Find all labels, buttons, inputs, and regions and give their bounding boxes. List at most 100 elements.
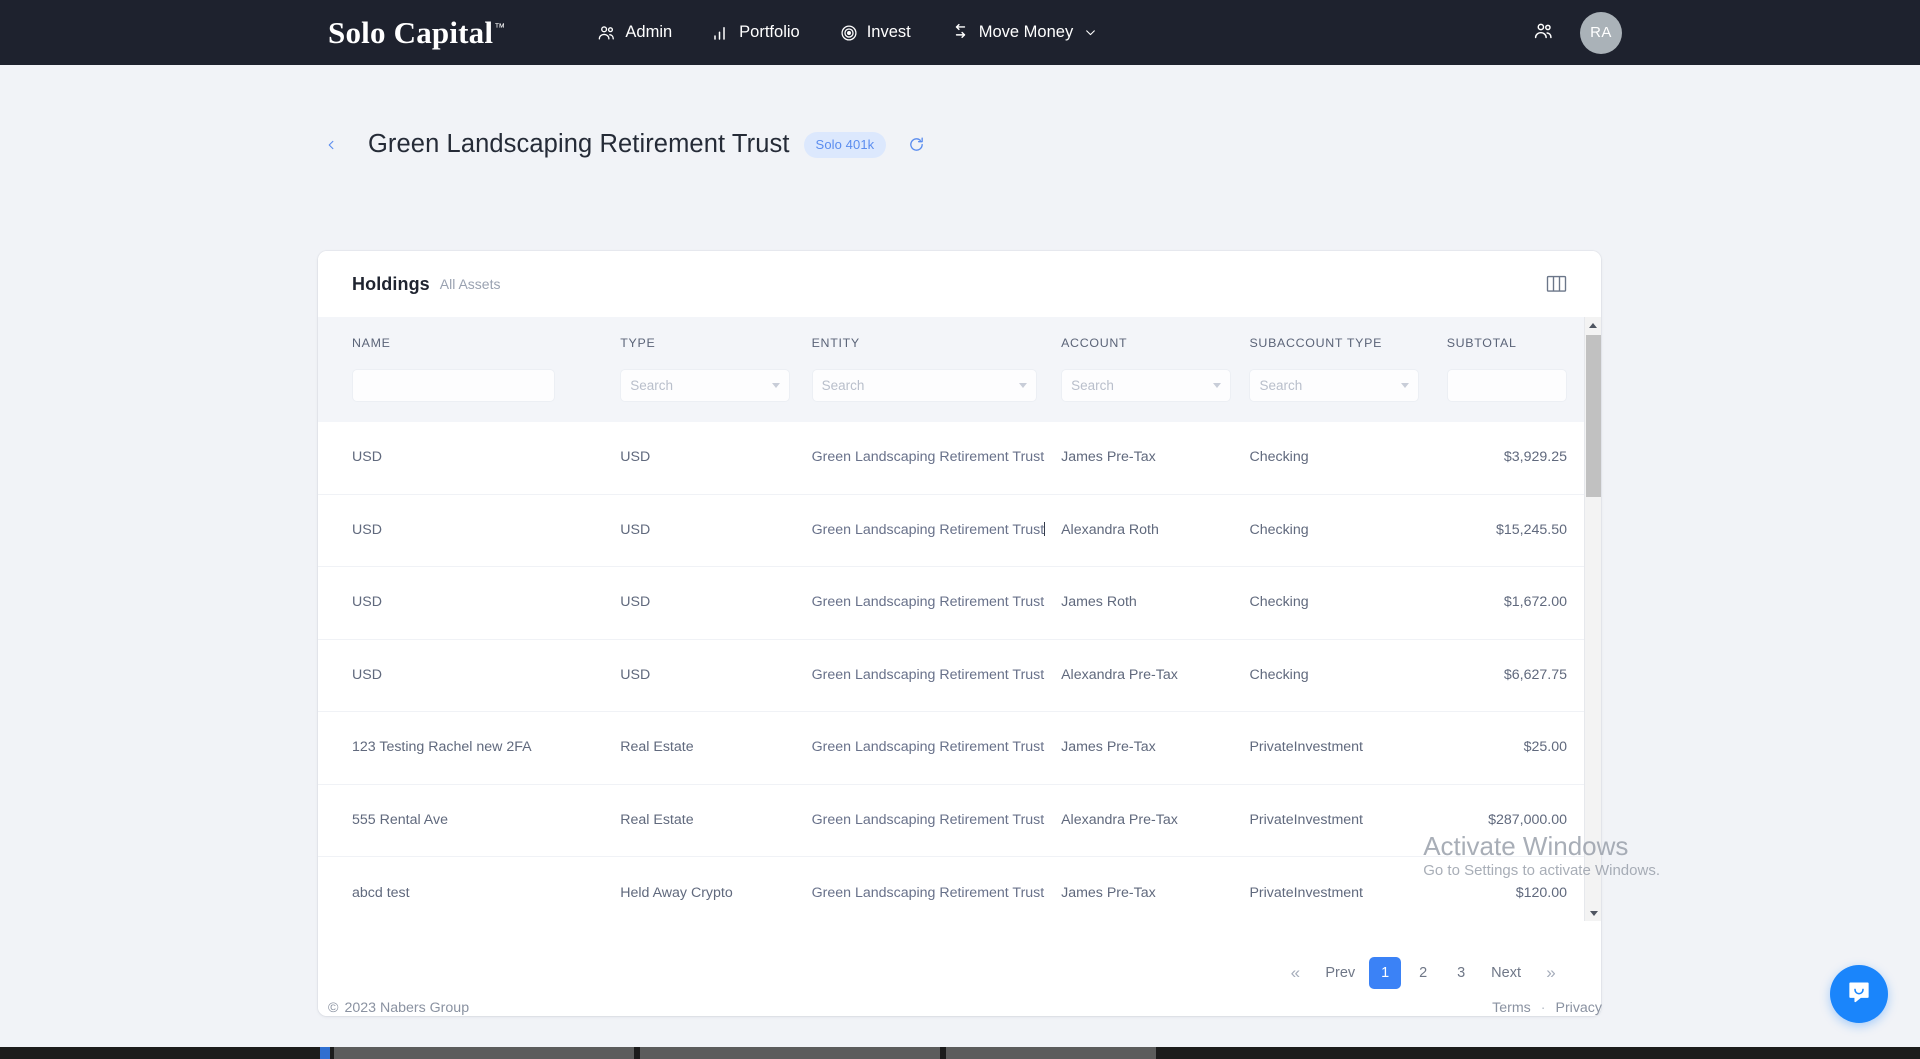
footer-privacy-link[interactable]: Privacy (1555, 1000, 1602, 1016)
cell-type: Real Estate (620, 737, 811, 758)
cell-subaccount: Checking (1249, 520, 1446, 541)
page-title: Green Landscaping Retirement Trust (368, 130, 790, 159)
filter-subaccount-placeholder: Search (1259, 378, 1302, 393)
footer-copyright: © 2023 Nabers Group (328, 1000, 469, 1016)
nav-right-group: RA (1533, 12, 1622, 54)
taskbar-segment[interactable] (640, 1047, 940, 1059)
filter-entity-select[interactable]: Search (812, 369, 1037, 402)
cell-subaccount: PrivateInvestment (1249, 810, 1446, 831)
column-header-subaccount[interactable]: SUBACCOUNT TYPE (1249, 336, 1446, 350)
card-title: Holdings (352, 274, 430, 295)
cell-type: USD (620, 447, 811, 468)
table-row[interactable]: USD USD Green Landscaping Retirement Tru… (318, 567, 1601, 640)
people-icon[interactable] (1533, 20, 1554, 46)
footer-separator: · (1541, 1000, 1546, 1016)
table-row[interactable]: 123 Testing Rachel new 2FA Real Estate G… (318, 712, 1601, 785)
chat-launcher-button[interactable] (1830, 965, 1888, 1023)
taskbar-segment[interactable] (334, 1047, 634, 1059)
filter-entity-placeholder: Search (822, 378, 865, 393)
footer-terms-link[interactable]: Terms (1492, 1000, 1531, 1016)
table-row[interactable]: 555 Rental Ave Real Estate Green Landsca… (318, 785, 1601, 858)
pagination-page-3[interactable]: 3 (1445, 957, 1477, 989)
cell-subtotal: $1,672.00 (1447, 592, 1567, 613)
pagination-prev[interactable]: Prev (1317, 957, 1363, 989)
app-logo[interactable]: Solo Capital™ (328, 15, 505, 51)
table-row[interactable]: USD USD Green Landscaping Retirement Tru… (318, 640, 1601, 713)
filter-account-select[interactable]: Search (1061, 369, 1231, 402)
cell-entity-text: Green Landscaping Retirement Trust (812, 522, 1045, 538)
cell-account: Alexandra Pre-Tax (1061, 665, 1249, 686)
filter-type-select[interactable]: Search (620, 369, 790, 402)
column-header-account[interactable]: ACCOUNT (1061, 336, 1249, 350)
people-icon (597, 23, 616, 42)
avatar[interactable]: RA (1580, 12, 1622, 54)
refresh-icon[interactable] (908, 136, 925, 153)
cell-entity[interactable]: Green Landscaping Retirement Trust (812, 520, 1062, 541)
filter-account-placeholder: Search (1071, 378, 1114, 393)
cell-subtotal: $6,627.75 (1447, 665, 1567, 686)
filter-subaccount-select[interactable]: Search (1249, 369, 1419, 402)
card-header: Holdings All Assets (318, 251, 1601, 317)
cell-type: USD (620, 592, 811, 613)
target-icon (840, 24, 858, 42)
cell-subaccount: PrivateInvestment (1249, 883, 1446, 904)
back-button[interactable] (318, 132, 344, 158)
nav-item-move-money[interactable]: Move Money (951, 23, 1097, 42)
cell-name: abcd test (352, 883, 620, 904)
cell-name: USD (352, 447, 620, 468)
table-row[interactable]: USD USD Green Landscaping Retirement Tru… (318, 422, 1601, 495)
cell-type: USD (620, 520, 811, 541)
column-header-type[interactable]: TYPE (620, 336, 811, 350)
pagination-first[interactable]: « (1279, 957, 1311, 989)
cell-account: Alexandra Roth (1061, 520, 1249, 541)
cell-name: USD (352, 592, 620, 613)
pagination-page-1[interactable]: 1 (1369, 957, 1401, 989)
table-body: USD USD Green Landscaping Retirement Tru… (318, 422, 1601, 930)
cell-type: Held Away Crypto (620, 883, 811, 904)
nav-item-move-money-label: Move Money (979, 23, 1073, 42)
chevron-down-icon (1401, 383, 1409, 388)
logo-text: Solo Capital (328, 15, 493, 50)
cell-account: James Roth (1061, 592, 1249, 613)
chevron-down-icon (772, 383, 780, 388)
pagination-last[interactable]: » (1535, 957, 1567, 989)
nav-item-portfolio[interactable]: Portfolio (712, 23, 800, 42)
pagination-next[interactable]: Next (1483, 957, 1529, 989)
browser-bottom-strip (0, 1047, 1920, 1059)
page-body: Green Landscaping Retirement Trust Solo … (0, 65, 1920, 1059)
nav-item-invest-label: Invest (867, 23, 911, 42)
filter-subtotal-input[interactable] (1447, 369, 1567, 402)
column-header-entity[interactable]: ENTITY (812, 336, 1062, 350)
logo-trademark: ™ (494, 22, 505, 34)
table-vertical-scrollbar[interactable] (1584, 317, 1601, 921)
nav-item-admin[interactable]: Admin (597, 23, 672, 42)
cell-type: Real Estate (620, 810, 811, 831)
column-header-name[interactable]: NAME (352, 336, 620, 350)
taskbar-segment[interactable] (946, 1047, 1156, 1059)
cell-entity: Green Landscaping Retirement Trust (812, 737, 1062, 758)
bar-chart-icon (712, 24, 730, 42)
chevron-down-icon (1213, 383, 1221, 388)
column-header-subtotal[interactable]: SUBTOTAL (1447, 336, 1567, 350)
table-row[interactable]: abcd test Held Away Crypto Green Landsca… (318, 857, 1601, 930)
card-subtitle: All Assets (440, 276, 501, 292)
columns-icon[interactable] (1546, 275, 1567, 293)
taskbar-active-segment[interactable] (320, 1047, 330, 1059)
pagination-page-2[interactable]: 2 (1407, 957, 1439, 989)
avatar-initials: RA (1590, 24, 1612, 41)
cell-entity: Green Landscaping Retirement Trust (812, 665, 1062, 686)
cell-entity: Green Landscaping Retirement Trust (812, 883, 1062, 904)
scroll-up-arrow-icon[interactable] (1585, 317, 1601, 333)
scrollbar-thumb[interactable] (1586, 335, 1601, 497)
cell-subtotal: $287,000.00 (1447, 810, 1567, 831)
nav-item-invest[interactable]: Invest (840, 23, 911, 42)
cell-subaccount: Checking (1249, 592, 1446, 613)
cell-subtotal: $25.00 (1447, 737, 1567, 758)
filter-name-input[interactable] (352, 369, 555, 402)
table-row[interactable]: USD USD Green Landscaping Retirement Tru… (318, 495, 1601, 568)
chat-bubble-icon (1846, 979, 1872, 1010)
cell-account: James Pre-Tax (1061, 737, 1249, 758)
scroll-down-arrow-icon[interactable] (1585, 905, 1601, 921)
cell-name: 123 Testing Rachel new 2FA (352, 737, 620, 758)
footer-copyright-text: 2023 Nabers Group (344, 1000, 469, 1016)
